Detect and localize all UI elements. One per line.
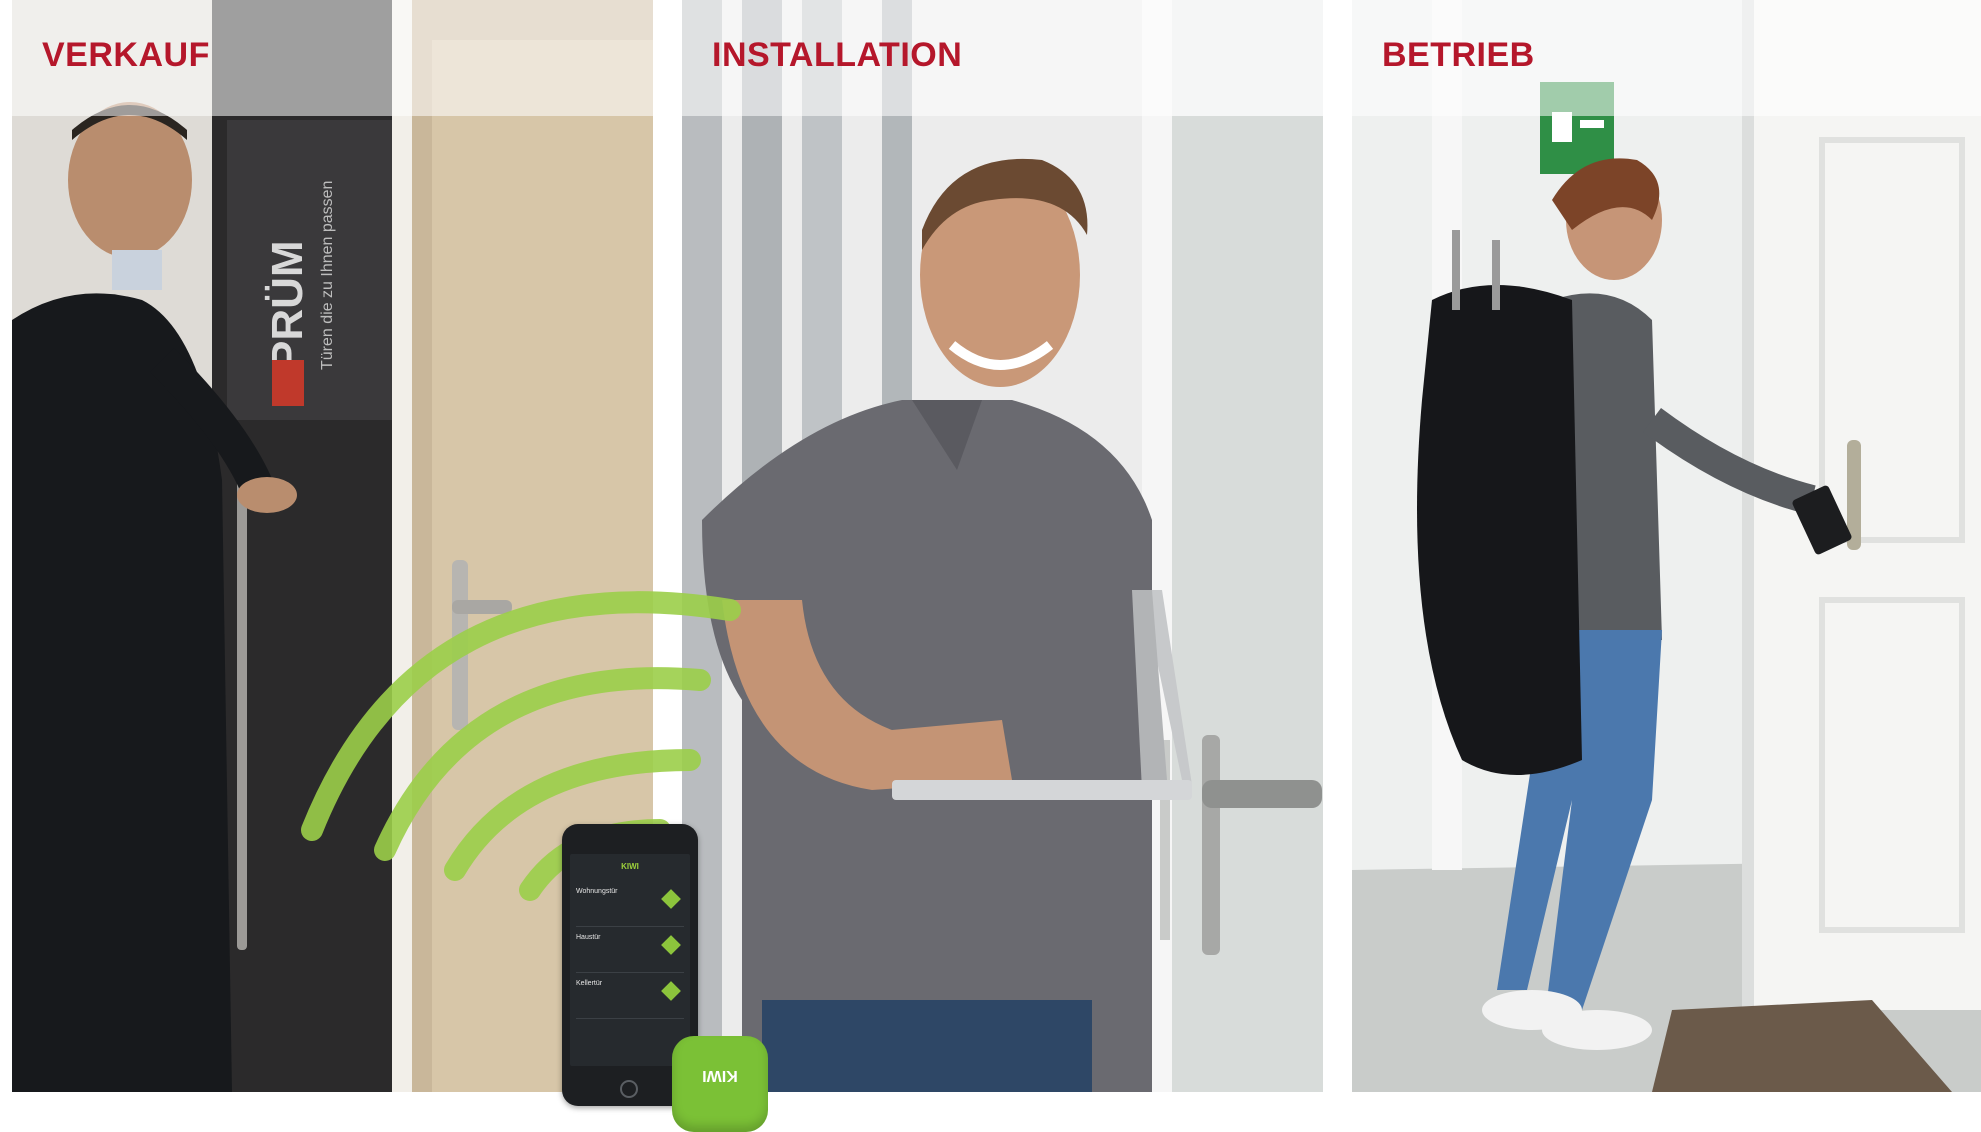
unlock-icon[interactable] xyxy=(661,889,681,909)
list-item[interactable]: Wohnungstür xyxy=(576,882,684,927)
unlock-icon[interactable] xyxy=(661,935,681,955)
panel-label-installation: INSTALLATION xyxy=(712,36,963,74)
unlock-icon[interactable] xyxy=(661,981,681,1001)
tag-brand: KIWI xyxy=(702,1067,738,1084)
phone-app-brand: KIWI xyxy=(621,862,639,871)
door-sign-brand: PRÜM xyxy=(263,240,312,370)
list-item[interactable]: Kellertür xyxy=(576,974,684,1019)
phone-item-label: Kellertür xyxy=(576,980,603,987)
home-button-icon xyxy=(620,1080,638,1098)
panel-betrieb: BETRIEB xyxy=(1352,0,1981,1092)
betrieb-photo xyxy=(1352,0,1981,1092)
panel-label-verkauf: VERKAUF xyxy=(42,36,210,74)
verkauf-photo: PRÜM Türen die zu Ihnen passen xyxy=(12,0,653,1092)
triptych: PRÜM Türen die zu Ihnen passen VERKAUF I… xyxy=(0,0,1981,1132)
phone-item-label: Haustür xyxy=(576,934,601,941)
installation-photo xyxy=(682,0,1323,1092)
phone-item-label: Wohnungstür xyxy=(576,888,618,895)
door-sign-slogan: Türen die zu Ihnen passen xyxy=(319,181,336,370)
kiwi-transponder-tag: KIWI xyxy=(672,1036,768,1132)
panel-installation: INSTALLATION xyxy=(682,0,1323,1092)
panel-verkauf: PRÜM Türen die zu Ihnen passen VERKAUF xyxy=(12,0,653,1092)
phone-screen: KIWI Wohnungstür Haustür Kellertür xyxy=(570,854,690,1066)
panel-label-betrieb: BETRIEB xyxy=(1382,36,1535,74)
list-item[interactable]: Haustür xyxy=(576,928,684,973)
